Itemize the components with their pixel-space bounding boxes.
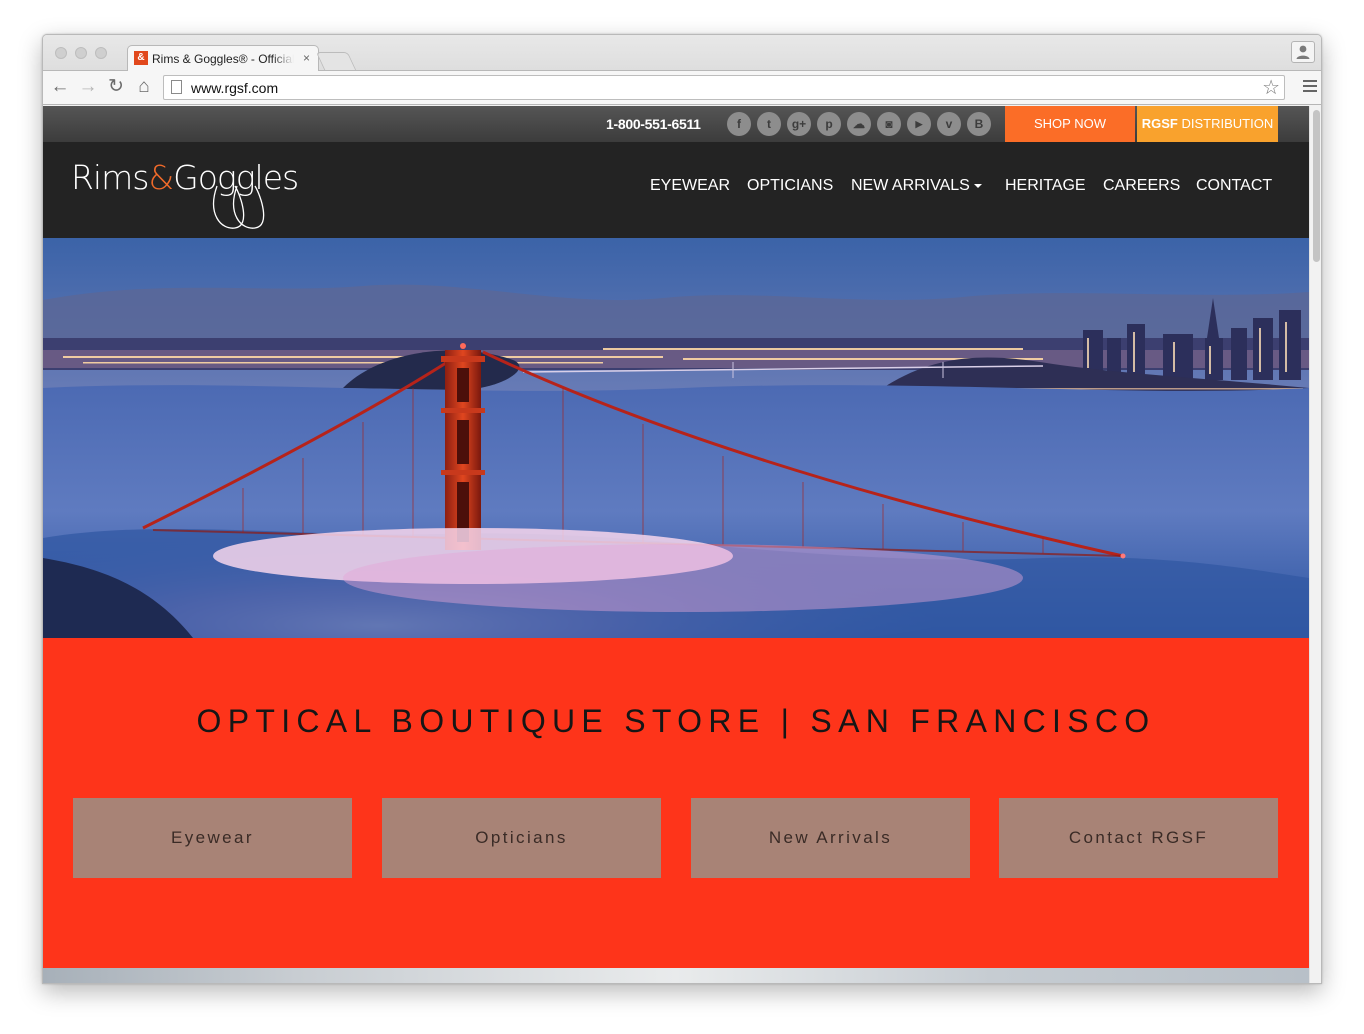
distribution-label: DISTRIBUTION [1177, 116, 1274, 131]
reload-icon[interactable]: ↻ [105, 76, 127, 98]
logo-word-rims: Rims [71, 158, 149, 197]
nav-careers[interactable]: CAREERS [1103, 177, 1180, 199]
shop-now-button[interactable]: SHOP NOW [1005, 106, 1135, 142]
top-bar: 1-800-551-6511 f t g+ p ☁ ◙ ▶ v B SHOP N… [43, 106, 1309, 142]
tab-close-icon[interactable]: × [303, 51, 310, 65]
new-arrivals-button[interactable]: New Arrivals [691, 798, 970, 878]
page-scrollbar[interactable] [1309, 106, 1321, 983]
forward-icon[interactable]: → [77, 76, 99, 98]
person-icon [1296, 45, 1310, 59]
page-icon [171, 80, 182, 94]
nav-opticians[interactable]: OPTICIANS [747, 177, 833, 199]
address-bar[interactable]: www.rgsf.com ☆ [163, 75, 1285, 100]
next-section-image [43, 968, 1309, 983]
home-icon[interactable]: ⌂ [133, 76, 155, 98]
rgsf-distribution-button[interactable]: RGSF DISTRIBUTION [1137, 106, 1278, 142]
instagram-icon[interactable]: ◙ [877, 112, 901, 136]
eyewear-button[interactable]: Eyewear [73, 798, 352, 878]
minimize-window-icon[interactable] [75, 47, 87, 59]
site-header: Rims&Goggles EYEWEAR OPTICIANS NEW ARRIV… [43, 142, 1309, 238]
hero-image [43, 238, 1309, 638]
scrollbar-thumb[interactable] [1313, 110, 1320, 262]
promo-title: OPTICAL BOUTIQUE STORE | SAN FRANCISCO [196, 703, 1156, 739]
google-plus-icon[interactable]: g+ [787, 112, 811, 136]
twitter-icon[interactable]: t [757, 112, 781, 136]
soundcloud-icon[interactable]: ☁ [847, 112, 871, 136]
logo-loops-icon [212, 185, 265, 229]
vimeo-icon[interactable]: v [937, 112, 961, 136]
nav-new-arrivals[interactable]: NEW ARRIVALS [851, 177, 982, 199]
browser-toolbar: ← → ↻ ⌂ www.rgsf.com ☆ [43, 71, 1321, 105]
bookmark-star-icon[interactable]: ☆ [1262, 76, 1280, 100]
pinterest-icon[interactable]: p [817, 112, 841, 136]
nav-contact[interactable]: CONTACT [1196, 177, 1272, 199]
zoom-window-icon[interactable] [95, 47, 107, 59]
url-text[interactable]: www.rgsf.com [191, 80, 278, 96]
site-favicon-icon: & [134, 51, 148, 65]
golden-gate-illustration [43, 238, 1309, 638]
distribution-brand: RGSF [1141, 116, 1178, 131]
site-logo[interactable]: Rims&Goggles [71, 154, 331, 230]
logo-ampersand: & [148, 158, 174, 197]
opticians-button[interactable]: Opticians [382, 798, 661, 878]
tab-title: Rims & Goggles® - Official Site [152, 52, 294, 66]
youtube-icon[interactable]: ▶ [907, 112, 931, 136]
browser-tab[interactable]: & Rims & Goggles® - Official Site × [127, 45, 319, 72]
promo-section: OPTICAL BOUTIQUE STORE | SAN FRANCISCO E… [43, 638, 1309, 968]
contact-rgsf-button[interactable]: Contact RGSF [999, 798, 1278, 878]
browser-menu-icon[interactable] [1303, 80, 1317, 93]
phone-number[interactable]: 1-800-551-6511 [606, 116, 701, 132]
tab-strip: & Rims & Goggles® - Official Site × [43, 35, 1321, 72]
profile-button[interactable] [1291, 41, 1315, 63]
new-tab-button[interactable] [315, 52, 357, 70]
nav-eyewear[interactable]: EYEWEAR [650, 177, 730, 199]
back-icon[interactable]: ← [49, 76, 71, 98]
page-viewport: 1-800-551-6511 f t g+ p ☁ ◙ ▶ v B SHOP N… [43, 106, 1309, 983]
caret-down-icon [973, 183, 982, 188]
nav-heritage[interactable]: HERITAGE [1005, 177, 1086, 199]
facebook-icon[interactable]: f [727, 112, 751, 136]
nav-new-arrivals-label: NEW ARRIVALS [851, 177, 970, 194]
blogger-icon[interactable]: B [967, 112, 991, 136]
close-window-icon[interactable] [55, 47, 67, 59]
browser-window: & Rims & Goggles® - Official Site × ← → … [42, 34, 1322, 984]
